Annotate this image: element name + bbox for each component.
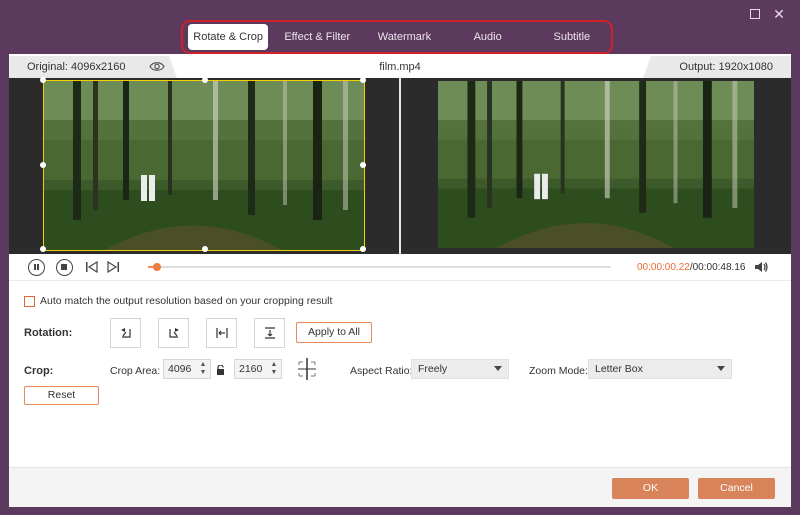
crop-width-value: 4096 bbox=[168, 363, 192, 375]
ok-button[interactable]: OK bbox=[612, 478, 689, 499]
auto-match-row: Auto match the output resolution based o… bbox=[24, 294, 332, 308]
zoom-mode-select[interactable]: Letter Box bbox=[588, 359, 732, 379]
rotate-left-button[interactable] bbox=[110, 318, 141, 348]
flip-vertical-button[interactable] bbox=[254, 318, 285, 348]
forest-image bbox=[438, 81, 754, 248]
tab-bar: Rotate & Crop Effect & Filter Watermark … bbox=[181, 20, 613, 54]
crop-width-field[interactable]: 4096 ▲ ▼ bbox=[163, 359, 211, 379]
preview-divider bbox=[399, 78, 401, 254]
tab-audio[interactable]: Audio bbox=[443, 24, 533, 50]
skip-next-icon[interactable] bbox=[107, 261, 120, 273]
crop-handle[interactable] bbox=[202, 77, 208, 83]
crop-handle[interactable] bbox=[40, 246, 46, 252]
tab-subtitle[interactable]: Subtitle bbox=[533, 24, 611, 50]
pause-icon[interactable] bbox=[28, 259, 45, 276]
crop-label: Crop: bbox=[24, 365, 54, 377]
aspect-ratio-select[interactable]: Freely bbox=[411, 359, 509, 379]
increment-icon[interactable]: ▲ bbox=[270, 361, 278, 368]
crop-height-field[interactable]: 2160 ▲ ▼ bbox=[234, 359, 282, 379]
crop-height-value: 2160 bbox=[239, 363, 263, 375]
video-preview bbox=[9, 77, 791, 254]
volume-icon[interactable] bbox=[754, 260, 768, 274]
maximize-icon[interactable] bbox=[747, 6, 763, 22]
crop-area-label: Crop Area: bbox=[110, 365, 161, 377]
crop-handle[interactable] bbox=[360, 162, 366, 168]
progress-thumb[interactable] bbox=[153, 263, 162, 271]
crop-handle[interactable] bbox=[360, 77, 366, 83]
crop-handle[interactable] bbox=[202, 246, 208, 252]
playback-controls: 00:00:00.22/00:00:48.16 bbox=[9, 254, 791, 280]
total-time: 00:00:48.16 bbox=[692, 262, 746, 273]
close-icon[interactable]: ✕ bbox=[771, 6, 787, 22]
dialog-footer: OK Cancel bbox=[9, 467, 791, 507]
flip-horizontal-button[interactable] bbox=[206, 318, 237, 348]
apply-to-all-button[interactable]: Apply to All bbox=[296, 322, 372, 343]
editor-panel: Original: 4096x2160 film.mp4 Output: 192… bbox=[9, 54, 791, 507]
tab-effect-filter[interactable]: Effect & Filter bbox=[268, 24, 366, 50]
info-bar: Original: 4096x2160 film.mp4 Output: 192… bbox=[9, 56, 791, 78]
rotate-left-icon bbox=[120, 328, 131, 338]
time-display: 00:00:00.22/00:00:48.16 bbox=[637, 262, 745, 273]
flip-horizontal-icon bbox=[215, 328, 228, 338]
decrement-icon[interactable]: ▼ bbox=[199, 369, 207, 376]
reset-button[interactable]: Reset bbox=[24, 386, 99, 405]
cancel-button[interactable]: Cancel bbox=[698, 478, 775, 499]
output-resolution: Output: 1920x1080 bbox=[679, 61, 773, 73]
separator bbox=[9, 280, 791, 281]
output-video-frame bbox=[438, 81, 754, 248]
rotation-label: Rotation: bbox=[24, 327, 73, 339]
skip-previous-icon[interactable] bbox=[85, 261, 98, 273]
decrement-icon[interactable]: ▼ bbox=[270, 369, 278, 376]
center-crop-icon[interactable] bbox=[294, 357, 320, 381]
progress-slider[interactable] bbox=[148, 263, 611, 271]
aspect-ratio-value: Freely bbox=[418, 363, 448, 375]
increment-icon[interactable]: ▲ bbox=[199, 361, 207, 368]
flip-vertical-icon bbox=[264, 327, 275, 339]
zoom-mode-value: Letter Box bbox=[595, 363, 643, 375]
lock-icon[interactable] bbox=[216, 365, 225, 375]
zoom-mode-label: Zoom Mode: bbox=[529, 365, 588, 377]
tab-watermark[interactable]: Watermark bbox=[366, 24, 442, 50]
current-time: 00:00:00.22 bbox=[637, 262, 690, 273]
auto-match-label: Auto match the output resolution based o… bbox=[40, 295, 333, 307]
auto-match-checkbox[interactable] bbox=[24, 295, 35, 307]
crop-handle[interactable] bbox=[40, 77, 46, 83]
aspect-ratio-label: Aspect Ratio: bbox=[350, 365, 413, 377]
tab-rotate-crop[interactable]: Rotate & Crop bbox=[188, 24, 269, 50]
rotate-right-button[interactable] bbox=[158, 318, 189, 348]
crop-handle[interactable] bbox=[40, 162, 46, 168]
rotate-right-icon bbox=[168, 328, 179, 338]
crop-handle[interactable] bbox=[360, 246, 366, 252]
crop-selection[interactable] bbox=[40, 77, 366, 252]
stop-icon[interactable] bbox=[56, 259, 73, 276]
file-name: film.mp4 bbox=[379, 61, 421, 73]
chevron-down-icon bbox=[494, 366, 502, 371]
chevron-down-icon bbox=[717, 366, 725, 371]
